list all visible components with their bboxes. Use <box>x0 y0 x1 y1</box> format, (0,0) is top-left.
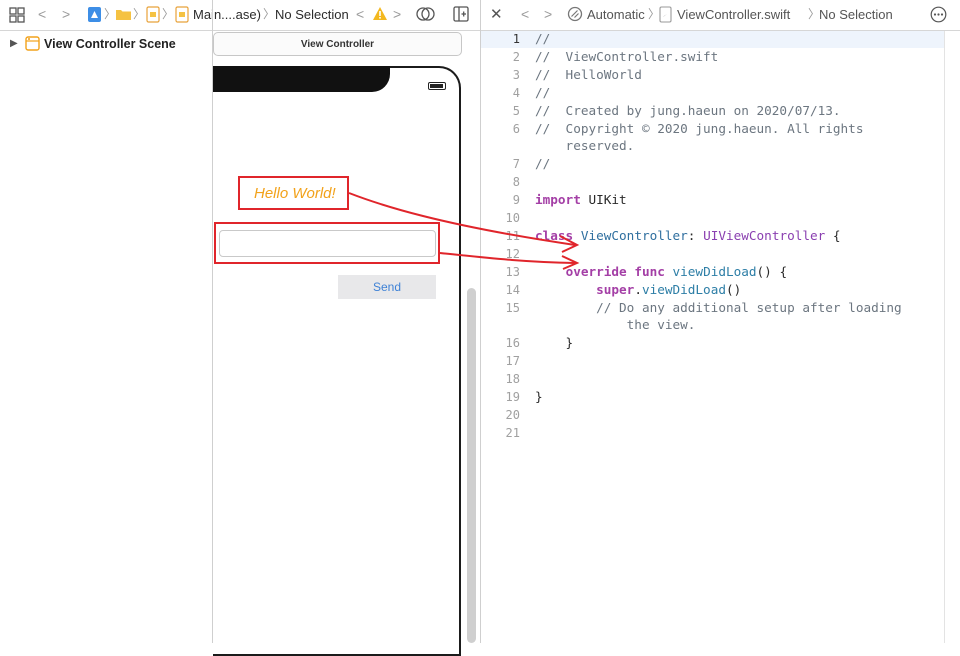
arrow-label-to-class <box>348 192 576 246</box>
arrow-textfield-to-class <box>439 252 576 264</box>
connection-arrows <box>348 192 580 270</box>
